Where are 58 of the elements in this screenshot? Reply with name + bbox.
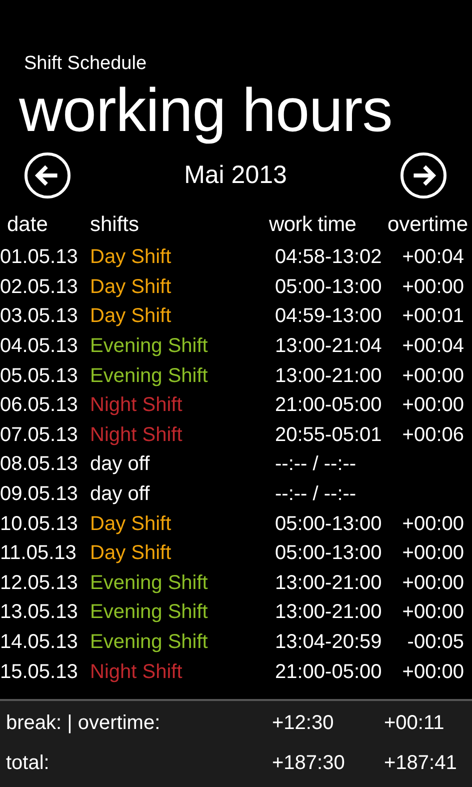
date-cell-text: 15.05.13: [0, 660, 79, 684]
work-time-cell-text: --:-- / --:--: [274, 453, 358, 476]
shift-cell-text: Day Shift: [90, 512, 172, 536]
summary-value: +187:41: [384, 752, 458, 774]
shift-cell-text: Evening Shift: [90, 364, 209, 388]
summary-value: +187:30: [272, 752, 346, 774]
overtime-cell-text: -00:05: [406, 631, 465, 654]
shift-cell-text: Evening Shift: [90, 572, 209, 595]
overtime-cell-text: +00:00: [401, 660, 465, 684]
overtime-cell-text: +00:00: [401, 572, 465, 595]
overtime-cell-text: +00:01: [401, 305, 465, 328]
summary-label: total:: [5, 752, 50, 774]
shift-cell-text: Day Shift: [90, 246, 172, 270]
app-title: Shift Schedule: [23, 52, 148, 75]
shift-cell-text: Night Shift: [90, 394, 184, 418]
shift-cell-text: Night Shift: [90, 660, 184, 684]
overtime-cell-text: +00:04: [401, 246, 465, 270]
date-cell-text: 01.05.13: [0, 246, 79, 270]
shift-cell-text: day off: [90, 483, 151, 506]
column-header: work time: [269, 213, 358, 237]
overtime-cell-text: +00:00: [401, 276, 465, 299]
date-cell-text: 07.05.13: [0, 424, 79, 447]
summary-value: +00:11: [384, 712, 446, 734]
date-cell-text: 04.05.13: [0, 335, 79, 358]
shift-cell-text: Evening Shift: [90, 335, 209, 358]
overtime-cell-text: +00:00: [401, 394, 465, 418]
date-cell-text: 12.05.13: [0, 572, 79, 595]
shift-cell-text: Evening Shift: [90, 601, 209, 624]
shift-cell-text: day off: [90, 453, 151, 476]
overtime-cell-text: +00:00: [401, 512, 465, 536]
shift-cell-text: Evening Shift: [90, 631, 209, 654]
overtime-cell-text: +00:04: [401, 335, 465, 358]
date-cell-text: 10.05.13: [0, 512, 79, 536]
month-label: Mai 2013: [184, 160, 287, 190]
overtime-cell-text: +00:06: [401, 424, 465, 447]
shift-cell-text: Night Shift: [90, 424, 184, 447]
date-cell-text: 13.05.13: [0, 601, 79, 624]
summary-label: break: | overtime:: [5, 712, 162, 734]
date-cell-text: 05.05.13: [0, 364, 79, 388]
overtime-cell-text: +00:00: [401, 542, 465, 566]
shift-cell-text: Day Shift: [90, 542, 172, 566]
overtime-cell-text: +00:00: [401, 364, 465, 388]
date-cell-text: 11.05.13: [0, 542, 78, 566]
column-header: date: [6, 213, 49, 237]
work-time-cell-text: --:-- / --:--: [274, 483, 358, 506]
page-title: working hours: [18, 75, 394, 145]
date-cell-text: 02.05.13: [0, 276, 79, 299]
shift-cell-text: Day Shift: [90, 305, 172, 328]
date-cell-text: 08.05.13: [0, 453, 79, 476]
shift-cell-text: Day Shift: [90, 276, 172, 299]
column-header: overtime: [386, 213, 469, 237]
date-cell-text: 03.05.13: [0, 305, 79, 328]
date-cell-text: 06.05.13: [0, 394, 79, 418]
date-cell-text: 09.05.13: [0, 483, 79, 506]
date-cell-text: 14.05.13: [0, 631, 79, 654]
overtime-cell-text: +00:00: [401, 601, 465, 624]
summary-value: +12:30: [272, 712, 335, 734]
column-header: shifts: [90, 213, 140, 237]
